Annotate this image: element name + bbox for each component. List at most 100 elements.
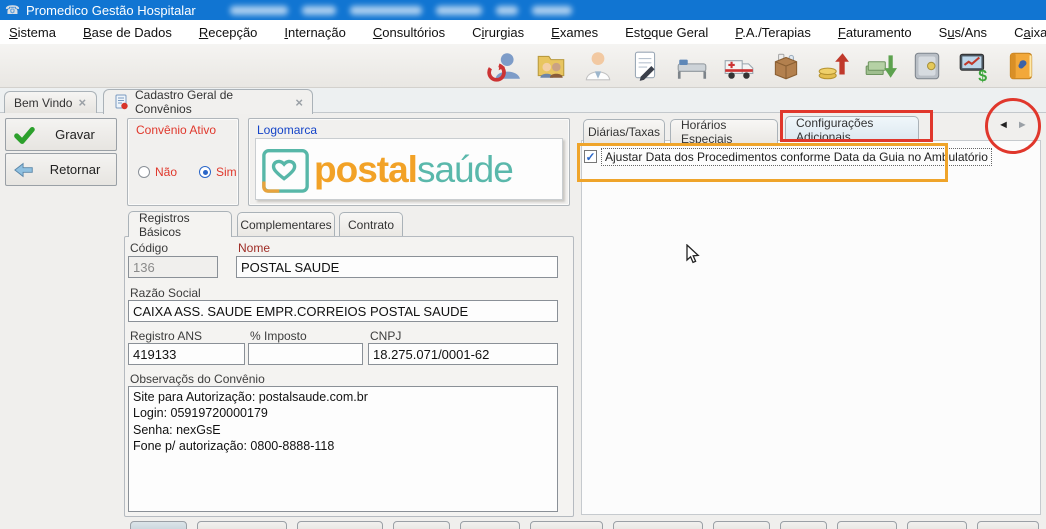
- bottom-tab-stub[interactable]: [780, 521, 827, 529]
- bottom-tab-stub[interactable]: [977, 521, 1039, 529]
- retornar-button[interactable]: Retornar: [5, 153, 117, 186]
- close-icon[interactable]: ×: [78, 96, 86, 109]
- window-title: Promedico Gestão Hospitalar: [26, 3, 196, 18]
- tab-contrato[interactable]: Contrato: [339, 212, 403, 237]
- sync-user-icon[interactable]: [485, 47, 523, 85]
- phonebook-icon[interactable]: [1002, 47, 1040, 85]
- menu-interna-o[interactable]: Internação: [284, 25, 345, 40]
- convenio-ativo-title: Convênio Ativo: [136, 123, 216, 137]
- radio-sim[interactable]: Sim: [199, 165, 237, 179]
- contract-document-icon[interactable]: [626, 47, 664, 85]
- tab-label: Horários Especiais: [681, 118, 767, 146]
- imposto-field[interactable]: [248, 343, 363, 365]
- safe-icon[interactable]: [908, 47, 946, 85]
- radio-nao[interactable]: Não: [138, 165, 177, 179]
- pharmacy-stock-icon[interactable]: [767, 47, 805, 85]
- radio-circle[interactable]: [138, 166, 150, 178]
- radio-circle-selected[interactable]: [199, 166, 211, 178]
- bottom-tab-stub[interactable]: [393, 521, 450, 529]
- patients-folder-icon[interactable]: [532, 47, 570, 85]
- codigo-field[interactable]: [128, 256, 218, 278]
- radio-nao-label: Não: [155, 165, 177, 179]
- money-down-icon[interactable]: [861, 47, 899, 85]
- gravar-label: Gravar: [42, 127, 116, 142]
- cnpj-field[interactable]: [368, 343, 558, 365]
- bottom-tab-stub[interactable]: [907, 521, 967, 529]
- gravar-button[interactable]: Gravar: [5, 118, 117, 151]
- menu-estoque-geral[interactable]: Estoque Geral: [625, 25, 708, 40]
- titlebar-redacted-text: [230, 6, 586, 15]
- close-icon[interactable]: ×: [295, 96, 303, 109]
- tab-complementares[interactable]: Complementares: [237, 212, 335, 237]
- finance-chart-icon[interactable]: $: [955, 47, 993, 85]
- tab-label: Diárias/Taxas: [588, 125, 660, 139]
- ambulance-icon[interactable]: [720, 47, 758, 85]
- menu-consult-rios[interactable]: Consultórios: [373, 25, 445, 40]
- menu-sistema[interactable]: Sistema: [9, 25, 56, 40]
- registro-ans-field[interactable]: [128, 343, 245, 365]
- razao-social-field[interactable]: [128, 300, 558, 322]
- brand-wordmark: postalsaúde: [314, 151, 513, 188]
- bottom-tab-stub[interactable]: [460, 521, 520, 529]
- tab-label: Bem Vindo: [14, 96, 72, 110]
- tab-bem-vindo[interactable]: Bem Vindo ×: [4, 91, 97, 113]
- tab-registros-basicos[interactable]: Registros Básicos: [128, 211, 232, 237]
- menu-recep-o[interactable]: Recepção: [199, 25, 258, 40]
- bottom-tab-stub[interactable]: [837, 521, 897, 529]
- app-window: ☎ Promedico Gestão Hospitalar Sistema Bas…: [0, 0, 1046, 529]
- app-phone-icon: ☎: [5, 4, 20, 16]
- scroll-right-icon[interactable]: ►: [1017, 119, 1028, 131]
- nome-label: Nome: [238, 241, 270, 255]
- menu-caixa[interactable]: Caixa: [1014, 25, 1046, 40]
- arrow-left-icon: [6, 159, 42, 181]
- menu-faturamento[interactable]: Faturamento: [838, 25, 912, 40]
- titlebar: ☎ Promedico Gestão Hospitalar: [0, 0, 1046, 20]
- bottom-tab-stub[interactable]: [130, 521, 187, 529]
- menu-sus-ans[interactable]: Sus/Ans: [939, 25, 987, 40]
- svg-text:$: $: [978, 67, 987, 82]
- menu-p-a-terapias[interactable]: P.A./Terapias: [735, 25, 811, 40]
- doctor-icon[interactable]: [579, 47, 617, 85]
- envelope-heart-icon: [261, 142, 311, 196]
- tab-label: Registros Básicos: [139, 211, 221, 239]
- ajustar-data-checkbox-row: ✓ Ajustar Data dos Procedimentos conform…: [584, 148, 992, 166]
- nome-field[interactable]: [236, 256, 558, 278]
- registro-ans-label: Registro ANS: [130, 329, 202, 343]
- tab-cadastro-geral-convenios[interactable]: Cadastro Geral de Convênios ×: [103, 89, 313, 114]
- menubar: Sistema Base de Dados Recepção Internação Co…: [0, 20, 1046, 44]
- bottom-tab-stub[interactable]: [713, 521, 770, 529]
- razao-social-label: Razão Social: [130, 286, 201, 300]
- radio-sim-label: Sim: [216, 165, 237, 179]
- cnpj-label: CNPJ: [370, 329, 401, 343]
- document-tab-bar: Bem Vindo × Cadastro Geral de Convênios …: [0, 88, 1046, 113]
- bottom-tab-stub[interactable]: [613, 521, 703, 529]
- scroll-left-icon[interactable]: ◄: [998, 119, 1009, 131]
- observacoes-field[interactable]: Site para Autorização: postalsaude.com.b…: [128, 386, 558, 512]
- brand-saude: saúde: [417, 149, 513, 190]
- menu-cirurgias[interactable]: Cirurgias: [472, 25, 524, 40]
- bottom-tab-stub[interactable]: [197, 521, 287, 529]
- tab-horarios-especiais[interactable]: Horários Especiais: [670, 119, 778, 144]
- tab-label: Cadastro Geral de Convênios: [135, 88, 289, 116]
- ajustar-data-checkbox-label[interactable]: Ajustar Data dos Procedimentos conforme …: [601, 148, 992, 166]
- tab-scroll-arrows: ◄ ►: [998, 119, 1028, 131]
- tab-label: Configurações Adicionais: [796, 116, 908, 144]
- bottom-tab-stub[interactable]: [530, 521, 603, 529]
- menu-base-de-dados[interactable]: Base de Dados: [83, 25, 172, 40]
- tab-diarias-taxas[interactable]: Diárias/Taxas: [583, 119, 665, 144]
- logomarca-groupbox: Logomarca postalsaúde: [248, 118, 570, 206]
- tab-configuracoes-adicionais[interactable]: Configurações Adicionais: [785, 116, 919, 142]
- tab-label: Complementares: [240, 218, 331, 232]
- brand-postal: postal: [314, 149, 417, 190]
- imposto-label: % Imposto: [250, 329, 307, 343]
- bottom-tab-stub[interactable]: [297, 521, 383, 529]
- money-up-icon[interactable]: [814, 47, 852, 85]
- tab-label: Contrato: [348, 218, 394, 232]
- hospital-bed-icon[interactable]: [673, 47, 711, 85]
- menu-exames[interactable]: Exames: [551, 25, 598, 40]
- checkbox-checked[interactable]: ✓: [584, 150, 597, 163]
- convenio-ativo-groupbox: Convênio Ativo Não Sim: [127, 118, 239, 206]
- logomarca-title: Logomarca: [257, 123, 317, 137]
- logo-image: postalsaúde: [255, 138, 563, 200]
- codigo-label: Código: [130, 241, 168, 255]
